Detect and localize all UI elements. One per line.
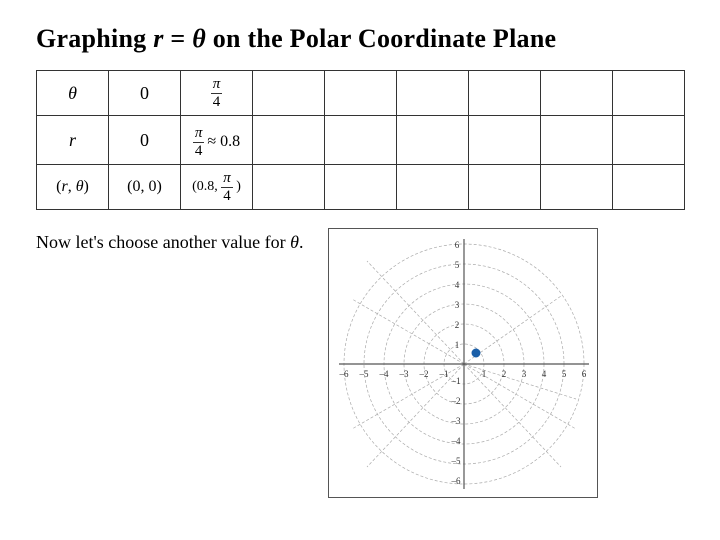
plotted-point <box>472 349 480 357</box>
cell-r-empty-2 <box>325 116 397 165</box>
point-close: ) <box>236 179 241 194</box>
frac-den-point: 4 <box>221 188 233 205</box>
label-y-4: 4 <box>454 280 459 290</box>
cell-theta-empty-1 <box>253 71 325 116</box>
label-y-neg3: –3 <box>450 416 461 426</box>
cell-theta-empty-3 <box>397 71 469 116</box>
cell-r-0: 0 <box>109 116 181 165</box>
polar-grid: –6 –5 –4 –3 –2 –1 1 2 3 4 5 6 6 5 4 3 2 … <box>328 228 598 498</box>
cell-theta-empty-5 <box>541 71 613 116</box>
label-x-4: 4 <box>541 369 546 379</box>
fraction-pi4-r: π 4 <box>193 125 205 159</box>
frac-denominator: 4 <box>211 94 223 111</box>
cell-point-empty-2 <box>325 165 397 210</box>
frac-den-r: 4 <box>193 143 205 160</box>
cell-r-empty-6 <box>613 116 685 165</box>
cell-point-empty-5 <box>541 165 613 210</box>
label-y-2: 2 <box>454 320 459 330</box>
label-x-neg5: –5 <box>358 369 369 379</box>
label-y-6: 6 <box>454 240 459 250</box>
cell-theta-empty-6 <box>613 71 685 116</box>
frac-num-point: π <box>221 170 233 188</box>
label-y-neg6: –6 <box>450 476 461 486</box>
label-x-1: 1 <box>481 369 486 379</box>
cell-theta-pi4: π 4 <box>181 71 253 116</box>
title-equation: r = θ <box>153 24 206 53</box>
label-x-neg3: –3 <box>398 369 409 379</box>
cell-theta-label: θ <box>37 71 109 116</box>
cell-point-origin: (0, 0) <box>109 165 181 210</box>
label-x-5: 5 <box>561 369 566 379</box>
table-row-theta: θ 0 π 4 <box>37 71 685 116</box>
cell-r-empty-1 <box>253 116 325 165</box>
title-prefix: Graphing <box>36 24 153 53</box>
approx-value: π 4 ≈ 0.8 <box>193 125 240 159</box>
label-x-neg6: –6 <box>338 369 349 379</box>
data-table-wrap: θ 0 π 4 r 0 <box>36 70 466 210</box>
label-x-6: 6 <box>581 369 586 379</box>
label-y-neg4: –4 <box>450 436 461 446</box>
polar-svg: –6 –5 –4 –3 –2 –1 1 2 3 4 5 6 6 5 4 3 2 … <box>329 229 598 498</box>
label-y-1: 1 <box>454 340 459 350</box>
cell-r-label: r <box>37 116 109 165</box>
label-x-neg4: –4 <box>378 369 389 379</box>
label-y-neg2: –2 <box>450 396 460 406</box>
cell-point-empty-6 <box>613 165 685 210</box>
bottom-text: Now let's choose another value for θ. <box>36 228 304 253</box>
label-x-3: 3 <box>521 369 526 379</box>
fraction-pi4: π 4 <box>211 76 223 110</box>
point-open: (0.8, <box>192 179 221 194</box>
cell-point-value: (0.8, π 4 ) <box>181 165 253 210</box>
label-y-3: 3 <box>454 300 459 310</box>
cell-r-approx: π 4 ≈ 0.8 <box>181 116 253 165</box>
table-row-point: (r, θ) (0, 0) (0.8, π 4 ) <box>37 165 685 210</box>
title-suffix: on the Polar Coordinate Plane <box>206 24 556 53</box>
cell-theta-empty-4 <box>469 71 541 116</box>
cell-r-empty-4 <box>469 116 541 165</box>
table-row-r: r 0 π 4 ≈ 0.8 <box>37 116 685 165</box>
cell-point-empty-4 <box>469 165 541 210</box>
page: Graphing r = θ on the Polar Coordinate P… <box>0 0 720 540</box>
page-title: Graphing r = θ on the Polar Coordinate P… <box>36 24 684 54</box>
label-x-neg2: –2 <box>418 369 428 379</box>
label-y-5: 5 <box>454 260 459 270</box>
cell-point-empty-1 <box>253 165 325 210</box>
data-table: θ 0 π 4 r 0 <box>36 70 685 210</box>
label-x-2: 2 <box>501 369 506 379</box>
fraction-pi4-point: π 4 <box>221 170 233 204</box>
cell-theta-0: 0 <box>109 71 181 116</box>
label-y-neg5: –5 <box>450 456 461 466</box>
cell-r-empty-3 <box>397 116 469 165</box>
approx-symbol: ≈ 0.8 <box>207 133 240 151</box>
frac-num-r: π <box>193 125 205 143</box>
bottom-section: Now let's choose another value for θ. <box>36 228 684 498</box>
cell-point-label: (r, θ) <box>37 165 109 210</box>
cell-r-empty-5 <box>541 116 613 165</box>
cell-point-empty-3 <box>397 165 469 210</box>
label-x-neg1: –1 <box>438 369 448 379</box>
cell-theta-empty-2 <box>325 71 397 116</box>
label-y-neg1: –1 <box>450 376 460 386</box>
frac-numerator: π <box>211 76 223 94</box>
